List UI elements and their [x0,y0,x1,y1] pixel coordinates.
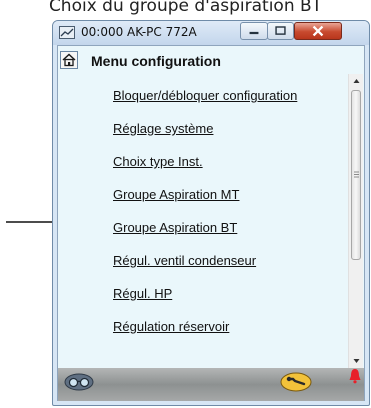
menu-item-choix-type-inst[interactable]: Choix type Inst. [113,154,203,169]
scrollbar-thumb[interactable] [351,90,361,260]
app-icon [59,26,75,39]
vertical-scrollbar[interactable] [348,74,363,368]
grip-icon [354,171,359,178]
menu-item-regul-hp[interactable]: Régul. HP [113,286,172,301]
window-title: 00:000 AK-PC 772A [81,25,197,39]
close-icon [312,25,324,37]
menu-item-regulation-reservoir[interactable]: Régulation réservoir [113,319,229,334]
wrench-icon[interactable] [280,372,312,392]
maximize-icon [275,26,286,35]
caption-text: Choix du groupe d'aspiration BT [48,0,323,16]
footer-bar [58,368,364,401]
menu-item-groupe-aspiration-mt[interactable]: Groupe Aspiration MT [113,187,239,202]
client-area: Menu configuration Bloquer/débloquer con… [57,45,365,401]
minimize-button[interactable] [240,22,268,40]
title-bar[interactable]: 00:000 AK-PC 772A [53,21,369,45]
header-title: Menu configuration [91,53,221,69]
bell-icon[interactable] [348,368,362,384]
menu-item-regul-ventil-condenseur[interactable]: Régul. ventil condenseur [113,253,256,268]
minimize-icon [249,31,259,35]
home-icon [62,53,76,67]
scroll-down-arrow-icon[interactable] [349,354,364,368]
menu-item-reglage-systeme[interactable]: Réglage système [113,121,213,136]
close-button[interactable] [294,22,342,40]
menu-header: Menu configuration [58,46,364,74]
maximize-button[interactable] [267,22,294,40]
menu-item-groupe-aspiration-bt[interactable]: Groupe Aspiration BT [113,220,237,235]
scroll-up-arrow-icon[interactable] [349,74,364,88]
menu-item-bloquer-debloquer-configuration[interactable]: Bloquer/débloquer configuration [113,88,297,103]
glasses-icon[interactable] [64,373,94,391]
home-button[interactable] [60,51,78,69]
menu-list-area: Bloquer/débloquer configuration Réglage … [58,74,348,368]
application-window: 00:000 AK-PC 772A Menu configuration Blo… [52,20,370,406]
